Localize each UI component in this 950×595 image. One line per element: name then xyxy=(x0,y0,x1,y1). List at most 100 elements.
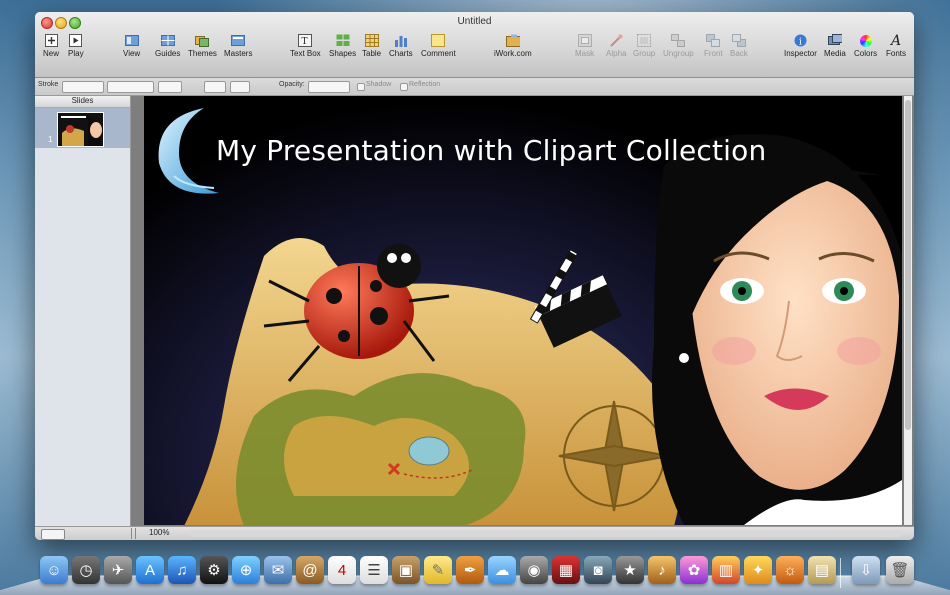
shapes-button[interactable]: Shapes xyxy=(329,34,356,58)
slide-navigator: Slides 1 xyxy=(35,96,131,526)
view-icon xyxy=(124,34,139,47)
keynote-icon[interactable]: ▤ xyxy=(808,556,836,584)
view-options-button[interactable] xyxy=(41,529,65,540)
slide-number: 1 xyxy=(48,135,53,144)
slide[interactable]: My Presentation with Clipart Collection xyxy=(144,96,902,525)
mask-button[interactable]: Mask xyxy=(575,34,594,58)
line-style-button[interactable] xyxy=(230,81,250,93)
clipart-app-icon[interactable]: ✦ xyxy=(744,556,772,584)
color-wheel-icon xyxy=(859,34,873,47)
itunes-icon[interactable]: ♫ xyxy=(168,556,196,584)
shapes-icon xyxy=(336,34,350,47)
play-button[interactable]: Play xyxy=(68,34,84,58)
image-capture-icon[interactable]: ◙ xyxy=(584,556,612,584)
slide-title[interactable]: My Presentation with Clipart Collection xyxy=(216,134,766,167)
books-icon[interactable]: ▥ xyxy=(712,556,740,584)
vertical-scrollbar[interactable] xyxy=(904,96,912,525)
title-toolbar: Untitled New Play View Guides Themes Mas… xyxy=(35,12,914,78)
fonts-icon: A xyxy=(890,32,902,49)
window-title: Untitled xyxy=(457,16,492,27)
svg-text:T: T xyxy=(302,37,308,47)
iphoto-icon[interactable]: ▣ xyxy=(392,556,420,584)
downloads-stack-icon[interactable]: ⇩ xyxy=(852,556,880,584)
fonts-button[interactable]: A Fonts xyxy=(886,32,906,59)
media-button[interactable]: Media xyxy=(824,34,846,58)
iwork-button[interactable]: iWork.com xyxy=(494,34,532,58)
comment-button[interactable]: Comment xyxy=(421,34,456,58)
ungroup-button[interactable]: Ungroup xyxy=(663,34,694,58)
slide-canvas[interactable]: My Presentation with Clipart Collection xyxy=(131,96,914,526)
slide-thumbnail-row[interactable]: 1 xyxy=(35,108,130,148)
shadow-checkbox[interactable] xyxy=(357,83,365,91)
safari-icon[interactable]: ⊕ xyxy=(232,556,260,584)
finder-icon[interactable]: ☺ xyxy=(40,556,68,584)
guides-icon xyxy=(160,34,175,47)
photo-booth-icon[interactable]: ▦ xyxy=(552,556,580,584)
front-button[interactable]: Front xyxy=(704,34,723,58)
bring-to-front-icon xyxy=(706,34,721,47)
iweb-icon[interactable]: ✿ xyxy=(680,556,708,584)
group-button[interactable]: Group xyxy=(633,34,655,58)
collection-app-icon[interactable]: ☼ xyxy=(776,556,804,584)
opacity-field[interactable] xyxy=(308,81,350,93)
dock-separator xyxy=(840,558,841,588)
stroke-style-select[interactable] xyxy=(62,81,104,93)
guides-button[interactable]: Guides xyxy=(155,34,180,58)
line-endpoint-button[interactable] xyxy=(204,81,226,93)
charts-icon xyxy=(394,34,408,47)
resize-handle[interactable] xyxy=(131,528,136,539)
charts-button[interactable]: Charts xyxy=(389,34,413,58)
reminders-icon[interactable]: ☰ xyxy=(360,556,388,584)
messages-icon[interactable]: ☁ xyxy=(488,556,516,584)
slide-thumbnail[interactable] xyxy=(57,112,104,147)
stroke-color-well[interactable] xyxy=(158,81,182,93)
shadow-label: Shadow xyxy=(366,81,392,88)
trash-icon[interactable]: 🗑 xyxy=(886,556,914,584)
send-to-back-icon xyxy=(731,34,746,47)
masters-icon xyxy=(231,34,246,47)
reflection-label: Reflection xyxy=(409,81,441,88)
garageband-icon[interactable]: ♪ xyxy=(648,556,676,584)
iwork-icon xyxy=(505,34,520,47)
imovie-icon[interactable]: ★ xyxy=(616,556,644,584)
magic-wand-icon xyxy=(609,34,623,47)
new-button[interactable]: New xyxy=(43,34,59,58)
facetime-icon[interactable]: ◉ xyxy=(520,556,548,584)
contacts-icon[interactable]: @ xyxy=(296,556,324,584)
calendar-icon[interactable]: 4 xyxy=(328,556,356,584)
bottom-bar: 100% xyxy=(35,526,914,540)
plus-icon xyxy=(44,34,58,47)
alpha-button[interactable]: Alpha xyxy=(606,34,626,58)
system-preferences-icon[interactable]: ⚙ xyxy=(200,556,228,584)
opacity-label: Opacity: xyxy=(279,81,305,88)
app-store-icon[interactable]: A xyxy=(136,556,164,584)
table-button[interactable]: Table xyxy=(362,34,381,58)
stroke-width-select[interactable] xyxy=(107,81,154,93)
notes-icon[interactable]: ✎ xyxy=(424,556,452,584)
ungroup-icon xyxy=(671,34,686,47)
format-bar: Stroke Opacity: Shadow Reflection xyxy=(35,78,914,96)
dock: ☺ ◷ ✈ A ♫ ⚙ ⊕ ✉ @ 4 ☰ ▣ ✎ ✒ ☁ ◉ ▦ ◙ ★ ♪ … xyxy=(0,548,950,595)
horizontal-scrollbar[interactable] xyxy=(190,530,902,537)
masters-button[interactable]: Masters xyxy=(224,34,252,58)
mail-icon[interactable]: ✉ xyxy=(264,556,292,584)
reflection-checkbox[interactable] xyxy=(400,83,408,91)
colors-button[interactable]: Colors xyxy=(854,34,877,58)
view-button[interactable]: View xyxy=(123,34,140,58)
themes-button[interactable]: Themes xyxy=(188,34,217,58)
zoom-select[interactable]: 100% xyxy=(149,528,169,537)
themes-icon xyxy=(195,34,210,47)
mask-icon xyxy=(577,34,592,47)
back-button[interactable]: Back xyxy=(730,34,748,58)
play-icon xyxy=(69,34,83,47)
comment-icon xyxy=(431,34,446,47)
dashboard-icon[interactable]: ◷ xyxy=(72,556,100,584)
inspector-button[interactable]: i Inspector xyxy=(784,34,817,58)
group-icon xyxy=(637,34,652,47)
keynote-window: Untitled New Play View Guides Themes Mas… xyxy=(35,12,914,540)
text-box-button[interactable]: T Text Box xyxy=(290,34,321,58)
scrollbar-thumb[interactable] xyxy=(905,100,911,430)
launchpad-icon[interactable]: ✈ xyxy=(104,556,132,584)
pages-icon[interactable]: ✒ xyxy=(456,556,484,584)
svg-text:i: i xyxy=(799,38,802,48)
